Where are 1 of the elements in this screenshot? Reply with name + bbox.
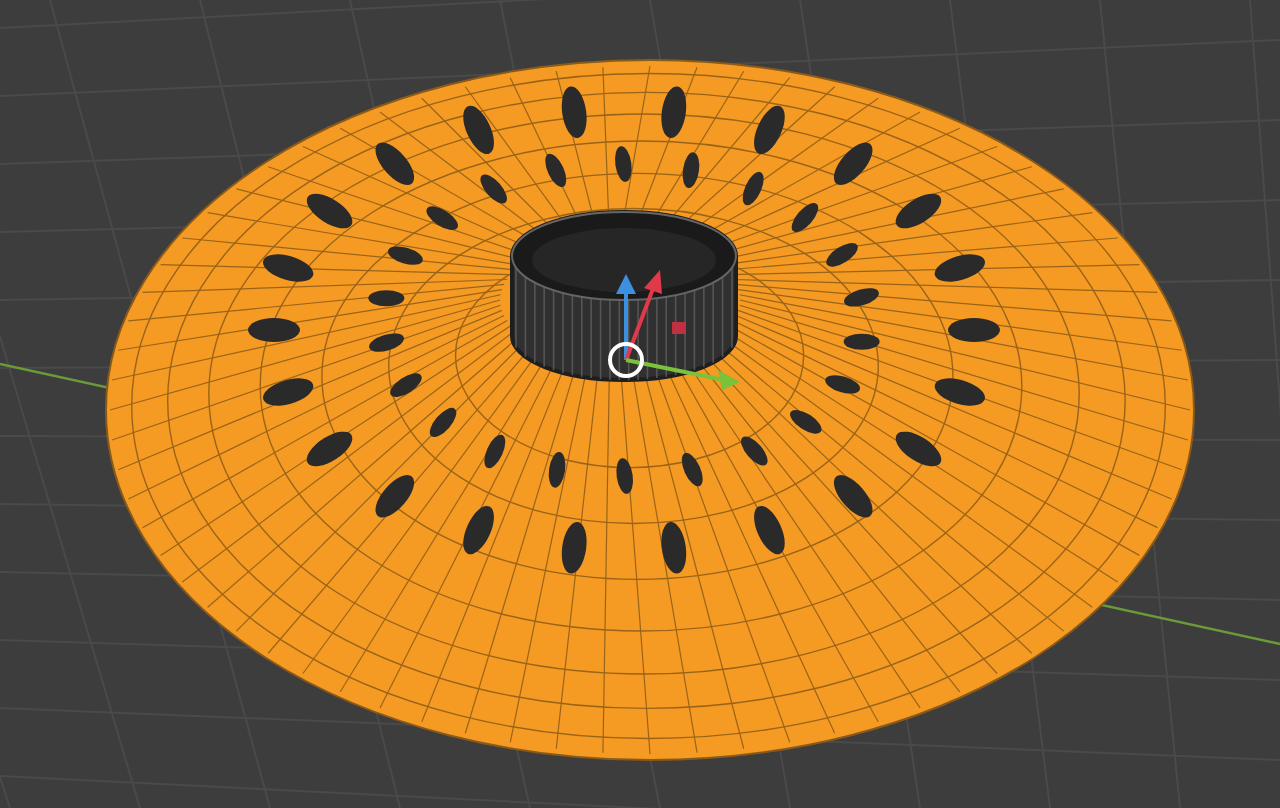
transform-gizmo-icon[interactable] <box>608 270 740 390</box>
